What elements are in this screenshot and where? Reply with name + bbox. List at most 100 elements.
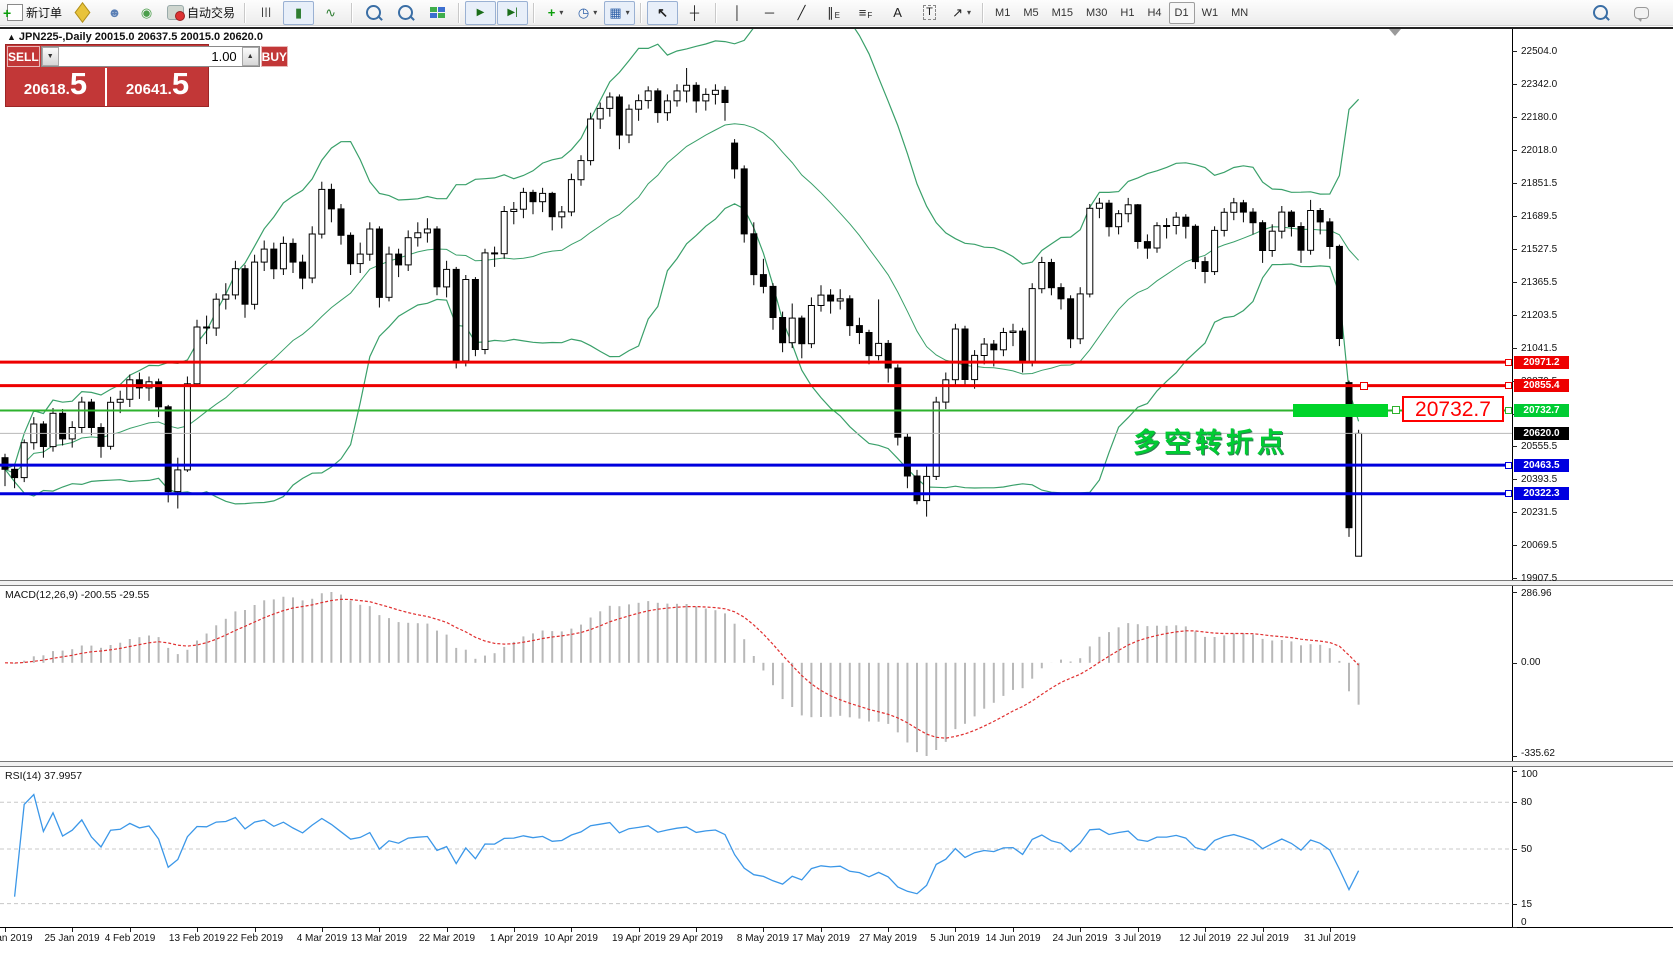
date-tick-label: 27 May 2019 (853, 933, 923, 944)
search-icon (1593, 5, 1608, 20)
indicators-button[interactable]: +▾ (540, 1, 571, 25)
volume-decrease-button[interactable]: ▼ (42, 47, 59, 66)
symbol-marker-icon: ▲ (7, 32, 16, 42)
price-line-connector (1505, 490, 1512, 497)
price-tick-label: 20555.5 (1521, 441, 1557, 452)
date-tick-mark (322, 928, 323, 932)
timeframe-m15-button[interactable]: M15 (1046, 2, 1079, 24)
separator (640, 3, 642, 23)
price-tick-label: 21203.5 (1521, 310, 1557, 321)
buy-price[interactable]: 20641.5 (107, 68, 208, 106)
signals-button[interactable]: ◉ (131, 1, 162, 25)
macd-pane[interactable] (0, 586, 1512, 761)
volume-increase-button[interactable]: ▲ (242, 47, 259, 66)
sell-price[interactable]: 20618.5 (6, 68, 107, 106)
chart-shift-button[interactable]: ▶| (497, 1, 528, 25)
macd-tick-mark (1512, 592, 1517, 593)
timeframe-m30-button[interactable]: M30 (1080, 2, 1113, 24)
fibonacci-tool-button[interactable]: ≡F (850, 1, 881, 25)
arrows-tool-button[interactable]: ↗▾ (946, 1, 977, 25)
new-order-button[interactable]: + 新订单 (3, 1, 66, 25)
auto-scroll-button[interactable]: ▶ (465, 1, 496, 25)
chat-button[interactable] (1626, 1, 1657, 25)
chart-shift-marker-icon[interactable] (1389, 29, 1401, 36)
trendline-tool-button[interactable]: ╱ (786, 1, 817, 25)
horizontal-line-tool-button[interactable]: ─ (754, 1, 785, 25)
arrows-icon: ↗ (952, 6, 963, 19)
price-tick-label: 21689.5 (1521, 211, 1557, 222)
timeframe-h1-button[interactable]: H1 (1114, 2, 1140, 24)
date-tick-mark (1080, 928, 1081, 932)
rsi-pane[interactable] (0, 767, 1512, 927)
templates-button[interactable]: ▦▾ (604, 1, 635, 25)
cursor-tool-button[interactable]: ↖ (647, 1, 678, 25)
candlestick-chart-button[interactable]: ▮ (283, 1, 314, 25)
date-tick-label: 29 Apr 2019 (661, 933, 731, 944)
price-tick-label: 21851.5 (1521, 178, 1557, 189)
date-tick-mark (1205, 928, 1206, 932)
price-tick-label: 21527.5 (1521, 244, 1557, 255)
community-button[interactable]: ☻ (99, 1, 130, 25)
clock-icon: ◷ (578, 6, 589, 19)
trendline-icon: ╱ (798, 6, 806, 19)
hline-highlight-bar[interactable] (1293, 404, 1388, 417)
crosshair-tool-button[interactable]: ┼ (679, 1, 710, 25)
price-tick-mark (1512, 479, 1517, 480)
date-tick-mark (197, 928, 198, 932)
label-icon: T (923, 5, 936, 20)
price-tick-mark (1512, 282, 1517, 283)
text-tool-button[interactable]: A (882, 1, 913, 25)
dropdown-caret-icon: ▾ (626, 8, 630, 17)
search-button[interactable] (1585, 1, 1616, 25)
tile-windows-button[interactable] (422, 1, 453, 25)
price-line-connector (1505, 462, 1512, 469)
horizontal-line-icon: ─ (765, 6, 774, 19)
timeframe-h4-button[interactable]: H4 (1141, 2, 1167, 24)
annotation-text[interactable]: 多空转折点 (1133, 421, 1288, 460)
volume-input[interactable] (59, 47, 242, 66)
dropdown-caret-icon: ▾ (559, 8, 563, 17)
timeframe-d1-button[interactable]: D1 (1169, 2, 1195, 24)
pane-splitter-macd[interactable] (0, 580, 1673, 586)
price-line-label: 20620.0 (1514, 427, 1569, 440)
tile-windows-icon (430, 7, 445, 18)
vertical-line-tool-button[interactable]: │ (722, 1, 753, 25)
timeframe-w1-button[interactable]: W1 (1196, 2, 1225, 24)
periods-button[interactable]: ◷▾ (572, 1, 603, 25)
pane-splitter-rsi[interactable] (0, 761, 1673, 767)
hline-selection-handle[interactable] (1360, 382, 1368, 390)
price-tick-mark (1512, 512, 1517, 513)
timeframe-mn-button[interactable]: MN (1225, 2, 1254, 24)
price-tick-mark (1512, 249, 1517, 250)
price-tick-mark (1512, 51, 1517, 52)
timeframe-m5-button[interactable]: M5 (1017, 2, 1044, 24)
cursor-icon: ↖ (657, 6, 668, 19)
macd-signal-line (5, 599, 1359, 738)
main-chart-pane[interactable] (0, 29, 1512, 580)
price-tick-mark (1512, 545, 1517, 546)
price-tick-label: 21041.5 (1521, 343, 1557, 354)
bar-chart-button[interactable]: ||| (251, 1, 282, 25)
symbol-period: JPN225-,Daily (19, 31, 92, 43)
separator (533, 3, 535, 23)
timeframe-m1-button[interactable]: M1 (989, 2, 1016, 24)
rsi-axis-label: 80 (1521, 797, 1532, 808)
price-tick-label: 20069.5 (1521, 540, 1557, 551)
label-tool-button[interactable]: T (914, 1, 945, 25)
auto-trading-button[interactable]: 自动交易 (163, 1, 239, 25)
books-icon (75, 2, 91, 23)
zoom-in-button[interactable] (358, 1, 389, 25)
channel-tool-button[interactable]: ∥E (818, 1, 849, 25)
zoom-out-button[interactable] (390, 1, 421, 25)
buy-button[interactable]: BUY (261, 46, 288, 67)
line-chart-button[interactable]: ∿ (315, 1, 346, 25)
hline-selection-handle[interactable] (1392, 406, 1400, 414)
date-tick-mark (696, 928, 697, 932)
sell-button[interactable]: SELL (7, 46, 40, 67)
date-tick-mark (639, 928, 640, 932)
price-callout-box[interactable]: 20732.7 (1402, 396, 1504, 422)
price-tick-label: 19907.5 (1521, 573, 1557, 584)
market-watch-button[interactable] (67, 1, 98, 25)
date-tick-mark (955, 928, 956, 932)
date-tick-mark (821, 928, 822, 932)
